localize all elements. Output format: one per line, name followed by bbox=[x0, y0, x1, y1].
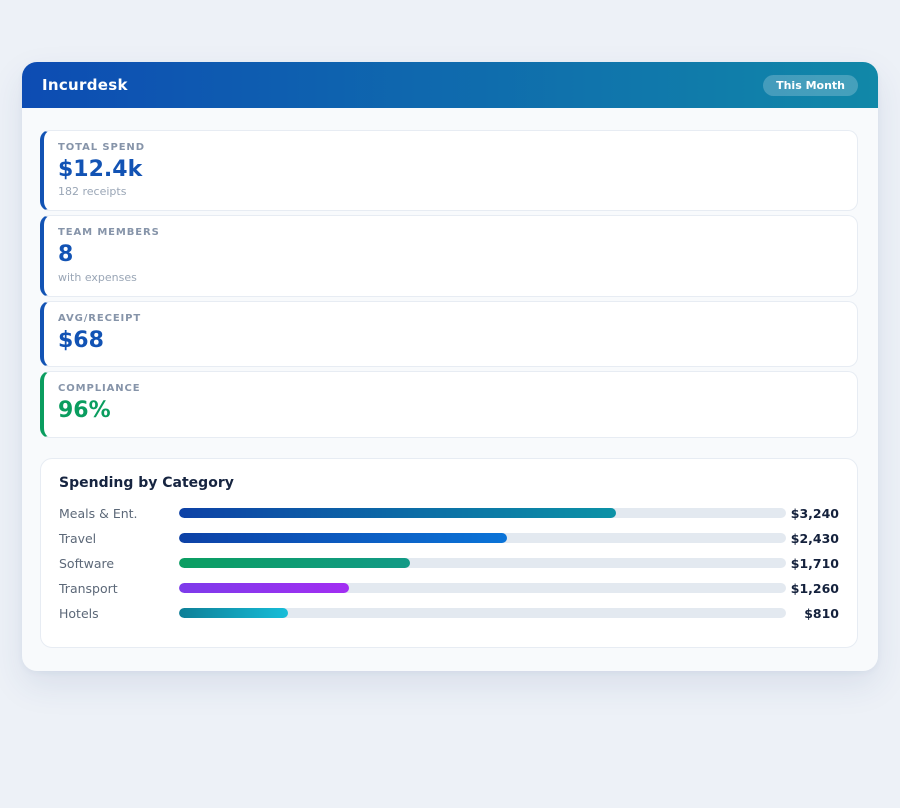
category-value: $810 bbox=[786, 606, 839, 621]
chart-row: Software $1,710 bbox=[59, 551, 839, 576]
stat-value: $68 bbox=[58, 328, 841, 354]
stat-label: COMPLIANCE bbox=[58, 383, 841, 394]
category-label: Transport bbox=[59, 581, 179, 596]
period-badge[interactable]: This Month bbox=[763, 75, 858, 96]
stat-value: 96% bbox=[58, 398, 841, 424]
app-title: Incurdesk bbox=[42, 76, 128, 94]
bar-track bbox=[179, 608, 786, 618]
app-header: Incurdesk This Month bbox=[22, 62, 878, 108]
stats-list: TOTAL SPEND $12.4k 182 receipts TEAM MEMBER… bbox=[40, 130, 858, 438]
bar-fill bbox=[179, 558, 410, 568]
chart-row: Transport $1,260 bbox=[59, 576, 839, 601]
chart-rows: Meals & Ent. $3,240 Travel $2,430 Software $1… bbox=[59, 501, 839, 626]
chart-row: Travel $2,430 bbox=[59, 526, 839, 551]
dashboard-panel: Incurdesk This Month TOTAL SPEND $12.4k 18… bbox=[22, 62, 878, 671]
bar-track bbox=[179, 558, 786, 568]
category-label: Software bbox=[59, 556, 179, 571]
category-value: $2,430 bbox=[786, 531, 839, 546]
category-value: $1,710 bbox=[786, 556, 839, 571]
stat-label: TEAM MEMBERS bbox=[58, 227, 841, 238]
category-label: Meals & Ent. bbox=[59, 506, 179, 521]
category-label: Hotels bbox=[59, 606, 179, 621]
stat-card-team-members: TEAM MEMBERS 8 with expenses bbox=[40, 215, 858, 296]
spending-chart-card: Spending by Category Meals & Ent. $3,240 T… bbox=[40, 458, 858, 648]
bar-fill bbox=[179, 583, 349, 593]
stat-label: TOTAL SPEND bbox=[58, 142, 841, 153]
bar-track bbox=[179, 533, 786, 543]
chart-title: Spending by Category bbox=[59, 475, 839, 491]
stat-card-avg-receipt: AVG/RECEIPT $68 bbox=[40, 301, 858, 367]
stat-value: $12.4k bbox=[58, 157, 841, 183]
bar-fill bbox=[179, 508, 616, 518]
bar-track bbox=[179, 583, 786, 593]
chart-row: Hotels $810 bbox=[59, 601, 839, 626]
stat-sub: with expenses bbox=[58, 271, 841, 284]
stat-label: AVG/RECEIPT bbox=[58, 313, 841, 324]
bar-track bbox=[179, 508, 786, 518]
bar-fill bbox=[179, 533, 507, 543]
category-value: $1,260 bbox=[786, 581, 839, 596]
stat-card-compliance: COMPLIANCE 96% bbox=[40, 371, 858, 437]
bar-fill bbox=[179, 608, 288, 618]
category-value: $3,240 bbox=[786, 506, 839, 521]
stat-value: 8 bbox=[58, 242, 841, 268]
category-label: Travel bbox=[59, 531, 179, 546]
stat-card-total-spend: TOTAL SPEND $12.4k 182 receipts bbox=[40, 130, 858, 211]
stat-sub: 182 receipts bbox=[58, 185, 841, 198]
panel-body: TOTAL SPEND $12.4k 182 receipts TEAM MEMBER… bbox=[22, 108, 878, 671]
chart-row: Meals & Ent. $3,240 bbox=[59, 501, 839, 526]
